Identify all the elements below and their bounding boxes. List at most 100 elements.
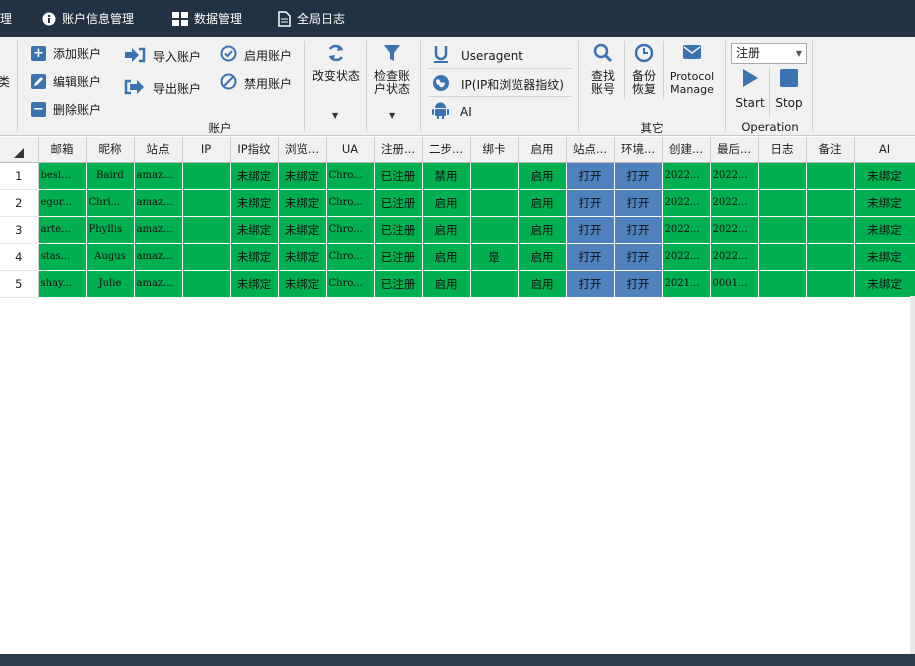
cell-log[interactable] (758, 189, 807, 217)
cell-site[interactable]: amaz... (134, 216, 183, 244)
tab-global-log[interactable]: 全局日志 (278, 0, 345, 37)
cell-ip[interactable] (182, 189, 231, 217)
cell-email[interactable]: stas... (38, 243, 87, 271)
start-button[interactable]: Start (733, 68, 767, 110)
cell-log[interactable] (758, 243, 807, 271)
export-account-button[interactable]: 导出账户 (124, 79, 201, 98)
cell-ai[interactable]: 未绑定 (854, 216, 915, 244)
cell-created[interactable]: 2022... (662, 162, 711, 190)
cell-ip[interactable] (182, 243, 231, 271)
column-header[interactable]: 站点 (134, 137, 183, 163)
import-account-button[interactable]: 导入账户 (124, 47, 201, 66)
cell-nickname[interactable]: Chri... (86, 189, 135, 217)
change-status-dropdown-arrow[interactable]: ▼ (332, 111, 338, 120)
cell-ip-fingerprint[interactable]: 未绑定 (230, 189, 279, 217)
column-header[interactable]: UA (326, 137, 375, 163)
cell-browser[interactable]: 未绑定 (278, 243, 327, 271)
column-header[interactable]: 站点... (566, 137, 615, 163)
cell-last[interactable]: 0001... (710, 270, 759, 298)
cell-ua[interactable]: Chro... (326, 189, 375, 217)
cell-registered[interactable]: 已注册 (374, 270, 423, 298)
ip-fingerprint-button[interactable]: IP(IP和浏览器指纹) (432, 74, 564, 95)
open-env-button[interactable]: 打开 (614, 216, 663, 244)
cell-nickname[interactable]: Augus (86, 243, 135, 271)
cell-ip-fingerprint[interactable]: 未绑定 (230, 162, 279, 190)
register-select[interactable]: 注册 ▼ (731, 43, 807, 64)
open-site-button[interactable]: 打开 (566, 270, 615, 298)
cell-nickname[interactable]: Phyllis (86, 216, 135, 244)
open-site-button[interactable]: 打开 (566, 243, 615, 271)
delete-account-button[interactable]: − 删除账户 (31, 101, 101, 118)
cell-card[interactable] (470, 189, 519, 217)
check-status-button[interactable]: 检查账 户状态 (370, 43, 414, 96)
column-header[interactable]: 日志 (758, 137, 807, 163)
protocol-manage-button[interactable]: Protocol Manage (664, 43, 720, 96)
table-row[interactable]: 2 egor... Chri... amaz... 未绑定 未绑定 Chro..… (0, 189, 915, 217)
column-header[interactable]: 注册... (374, 137, 423, 163)
open-site-button[interactable]: 打开 (566, 216, 615, 244)
cell-two-step[interactable]: 启用 (422, 189, 471, 217)
cell-registered[interactable]: 已注册 (374, 189, 423, 217)
tab-data-manage[interactable]: 数据管理 (172, 0, 242, 37)
check-status-dropdown-arrow[interactable]: ▼ (389, 111, 395, 120)
cell-last[interactable]: 2022... (710, 162, 759, 190)
tab-account-info[interactable]: 账户信息管理 (42, 0, 134, 37)
backup-restore-button[interactable]: 备份 恢复 (627, 43, 661, 96)
cell-two-step[interactable]: 启用 (422, 243, 471, 271)
cell-ua[interactable]: Chro... (326, 162, 375, 190)
cell-email[interactable]: besl... (38, 162, 87, 190)
row-number[interactable]: 5 (0, 270, 39, 298)
cell-enabled[interactable]: 启用 (518, 189, 567, 217)
table-row[interactable]: 4 stas... Augus amaz... 未绑定 未绑定 Chro... … (0, 243, 915, 271)
table-row[interactable]: 1 besl... Baird amaz... 未绑定 未绑定 Chro... … (0, 162, 915, 190)
cell-created[interactable]: 2022... (662, 216, 711, 244)
cell-created[interactable]: 2021... (662, 270, 711, 298)
cell-ua[interactable]: Chro... (326, 216, 375, 244)
cell-email[interactable]: shay... (38, 270, 87, 298)
cell-enabled[interactable]: 启用 (518, 216, 567, 244)
table-row[interactable]: 3 arte... Phyllis amaz... 未绑定 未绑定 Chro..… (0, 216, 915, 244)
column-header[interactable]: 环境... (614, 137, 663, 163)
cell-ip[interactable] (182, 216, 231, 244)
cell-ai[interactable]: 未绑定 (854, 162, 915, 190)
row-number[interactable]: 3 (0, 216, 39, 244)
cell-card[interactable]: 是 (470, 243, 519, 271)
cell-browser[interactable]: 未绑定 (278, 270, 327, 298)
cell-registered[interactable]: 已注册 (374, 243, 423, 271)
cell-ua[interactable]: Chro... (326, 243, 375, 271)
change-status-button[interactable]: 改变状态 (310, 43, 362, 83)
cell-note[interactable] (806, 189, 855, 217)
cell-ai[interactable]: 未绑定 (854, 243, 915, 271)
cell-site[interactable]: amaz... (134, 189, 183, 217)
cell-note[interactable] (806, 243, 855, 271)
cell-note[interactable] (806, 216, 855, 244)
cell-browser[interactable]: 未绑定 (278, 189, 327, 217)
cell-nickname[interactable]: Julie (86, 270, 135, 298)
open-env-button[interactable]: 打开 (614, 243, 663, 271)
cell-email[interactable]: arte... (38, 216, 87, 244)
open-site-button[interactable]: 打开 (566, 189, 615, 217)
open-env-button[interactable]: 打开 (614, 162, 663, 190)
column-header[interactable]: IP (182, 137, 231, 163)
cell-ip[interactable] (182, 162, 231, 190)
cell-browser[interactable]: 未绑定 (278, 162, 327, 190)
cell-last[interactable]: 2022... (710, 216, 759, 244)
column-header[interactable]: 绑卡 (470, 137, 519, 163)
select-all-corner[interactable] (0, 137, 39, 163)
cell-site[interactable]: amaz... (134, 162, 183, 190)
stop-button[interactable]: Stop (772, 68, 806, 110)
cell-registered[interactable]: 已注册 (374, 216, 423, 244)
find-account-button[interactable]: 查找 账号 (586, 43, 620, 96)
table-row[interactable]: 5 shay... Julie amaz... 未绑定 未绑定 Chro... … (0, 270, 915, 298)
edit-account-button[interactable]: 编辑账户 (31, 73, 101, 90)
column-header[interactable]: 启用 (518, 137, 567, 163)
add-account-button[interactable]: + 添加账户 (31, 45, 101, 62)
cell-log[interactable] (758, 162, 807, 190)
cell-ip-fingerprint[interactable]: 未绑定 (230, 216, 279, 244)
column-header[interactable]: 最后... (710, 137, 759, 163)
column-header[interactable]: IP指纹 (230, 137, 279, 163)
cell-site[interactable]: amaz... (134, 243, 183, 271)
ai-button[interactable]: AI (432, 101, 472, 122)
cell-log[interactable] (758, 270, 807, 298)
tab-partial[interactable]: 理 (0, 0, 12, 37)
